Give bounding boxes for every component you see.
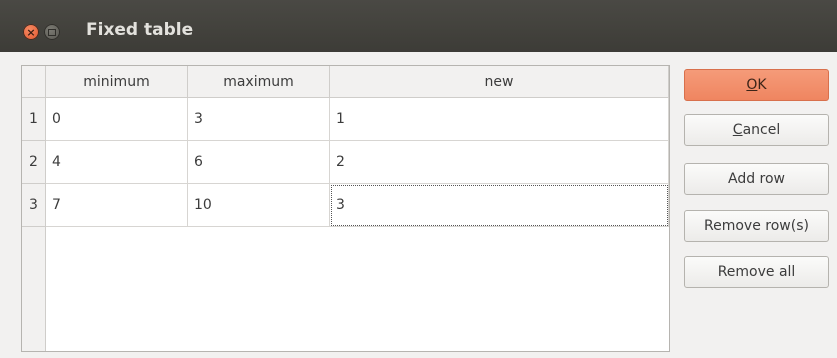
table-cell-maximum[interactable]: 10	[188, 184, 330, 227]
table-cell-minimum[interactable]: 0	[46, 98, 188, 141]
table-cell-new[interactable]: 1	[330, 98, 669, 141]
table-cell-new-focused[interactable]: 3	[330, 184, 669, 227]
cancel-mnemonic: C	[732, 122, 743, 138]
column-header-maximum[interactable]: maximum	[188, 66, 330, 98]
table-cell-minimum[interactable]: 7	[46, 184, 188, 227]
table-cell-maximum[interactable]: 3	[188, 98, 330, 141]
table-cell-new[interactable]: 2	[330, 141, 669, 184]
ok-label-rest: K	[757, 77, 767, 93]
ok-button[interactable]: OK	[684, 69, 829, 101]
table-corner[interactable]	[22, 66, 46, 98]
column-header-minimum[interactable]: minimum	[46, 66, 188, 98]
row-header[interactable]: 2	[22, 141, 46, 184]
add-row-button[interactable]: Add row	[684, 163, 829, 195]
window-title: Fixed table	[86, 20, 194, 40]
cancel-label-rest: ancel	[742, 122, 781, 138]
fixed-table[interactable]: minimum maximum new 1 0 3 1 2 4 6 2 3 7 …	[21, 65, 670, 352]
remove-all-button[interactable]: Remove all	[684, 256, 829, 288]
remove-rows-button[interactable]: Remove row(s)	[684, 210, 829, 242]
close-icon[interactable]: ×	[23, 24, 39, 40]
row-header[interactable]: 1	[22, 98, 46, 141]
column-header-new[interactable]: new	[330, 66, 669, 98]
ok-mnemonic: O	[746, 77, 758, 93]
minimize-icon[interactable]	[44, 24, 60, 40]
table-cell-minimum[interactable]: 4	[46, 141, 188, 184]
row-header[interactable]: 3	[22, 184, 46, 227]
table-cell-maximum[interactable]: 6	[188, 141, 330, 184]
title-bar: × Fixed table	[0, 0, 837, 52]
cancel-button[interactable]: Cancel	[684, 114, 829, 146]
